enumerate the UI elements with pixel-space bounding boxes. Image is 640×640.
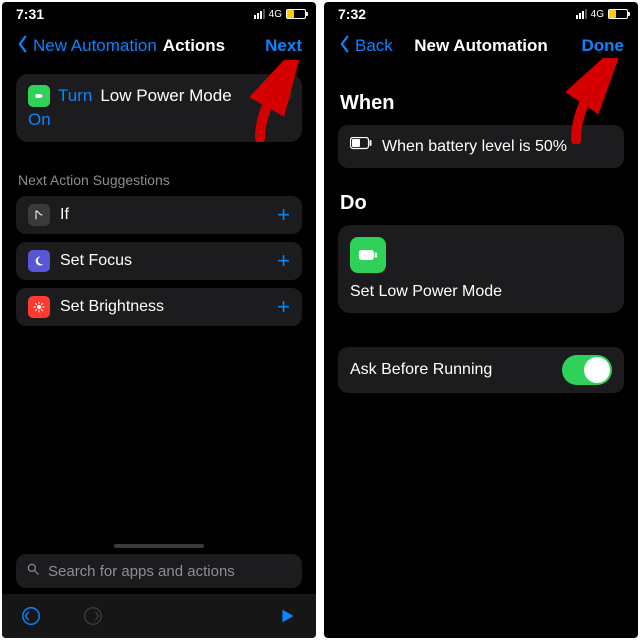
network-label: 4G bbox=[591, 9, 604, 20]
do-header: Do bbox=[340, 192, 624, 215]
nav-bar: Back New Automation Done bbox=[324, 24, 638, 68]
battery-icon bbox=[608, 9, 628, 19]
action-card[interactable]: i Turn Low Power Mode On bbox=[16, 74, 302, 142]
search-icon bbox=[26, 562, 40, 580]
power-mode-app-icon bbox=[350, 237, 386, 273]
suggestions-header: Next Action Suggestions bbox=[18, 172, 302, 188]
grabber[interactable] bbox=[114, 544, 204, 548]
search-input[interactable]: Search for apps and actions bbox=[16, 554, 302, 588]
status-bar: 7:32 4G bbox=[324, 2, 638, 24]
back-label: Back bbox=[355, 36, 393, 56]
nav-bar: New Automation Actions Next bbox=[2, 24, 316, 68]
status-right: 4G bbox=[254, 9, 306, 20]
back-label: New Automation bbox=[33, 36, 157, 56]
moon-icon bbox=[28, 250, 50, 272]
token-on[interactable]: On bbox=[28, 108, 51, 132]
next-button[interactable]: Next bbox=[265, 36, 302, 56]
info-icon[interactable]: i bbox=[272, 84, 292, 104]
suggestion-label: Set Brightness bbox=[60, 298, 267, 316]
nav-title: Actions bbox=[163, 36, 225, 56]
redo-icon[interactable] bbox=[82, 605, 104, 627]
undo-icon[interactable] bbox=[20, 605, 42, 627]
when-row[interactable]: When battery level is 50% bbox=[338, 125, 624, 168]
do-card[interactable]: Set Low Power Mode bbox=[338, 225, 624, 313]
suggestion-label: If bbox=[60, 206, 267, 224]
sun-icon bbox=[28, 296, 50, 318]
phone-screen-right: 7:32 4G Back New Automation Done When bbox=[324, 2, 638, 638]
add-icon[interactable]: + bbox=[277, 296, 290, 318]
back-button[interactable]: New Automation bbox=[16, 35, 157, 58]
token-turn: Turn bbox=[58, 84, 92, 108]
search-placeholder: Search for apps and actions bbox=[48, 563, 235, 580]
power-mode-icon bbox=[28, 85, 50, 107]
token-name: Low Power Mode bbox=[100, 84, 231, 108]
clock: 7:31 bbox=[16, 6, 44, 22]
suggestion-if[interactable]: If + bbox=[16, 196, 302, 234]
do-label: Set Low Power Mode bbox=[350, 283, 612, 301]
run-button[interactable] bbox=[276, 605, 298, 627]
chevron-left-icon bbox=[338, 35, 351, 58]
network-label: 4G bbox=[269, 9, 282, 20]
add-icon[interactable]: + bbox=[277, 250, 290, 272]
ask-label: Ask Before Running bbox=[350, 361, 492, 379]
when-header: When bbox=[340, 92, 624, 115]
signal-bars-icon bbox=[254, 9, 265, 19]
add-icon[interactable]: + bbox=[277, 204, 290, 226]
status-bar: 7:31 4G bbox=[2, 2, 316, 24]
when-text: When battery level is 50% bbox=[382, 138, 567, 156]
content: When When battery level is 50% Do Set Lo… bbox=[324, 68, 638, 638]
chevron-left-icon bbox=[16, 35, 29, 58]
clock: 7:32 bbox=[338, 6, 366, 22]
battery-icon bbox=[286, 9, 306, 19]
done-button[interactable]: Done bbox=[582, 36, 625, 56]
bottom-toolbar bbox=[2, 594, 316, 638]
back-button[interactable]: Back bbox=[338, 35, 393, 58]
phone-screen-left: 7:31 4G New Automation Actions Next i Tu… bbox=[2, 2, 316, 638]
signal-bars-icon bbox=[576, 9, 587, 19]
status-right: 4G bbox=[576, 9, 628, 20]
ask-before-running-row: Ask Before Running bbox=[338, 347, 624, 393]
content: i Turn Low Power Mode On Next Action Sug… bbox=[2, 68, 316, 544]
suggestion-set-focus[interactable]: Set Focus + bbox=[16, 242, 302, 280]
branch-icon bbox=[28, 204, 50, 226]
ask-toggle[interactable] bbox=[562, 355, 612, 385]
suggestion-set-brightness[interactable]: Set Brightness + bbox=[16, 288, 302, 326]
suggestion-label: Set Focus bbox=[60, 252, 267, 270]
battery-level-icon bbox=[350, 137, 372, 156]
